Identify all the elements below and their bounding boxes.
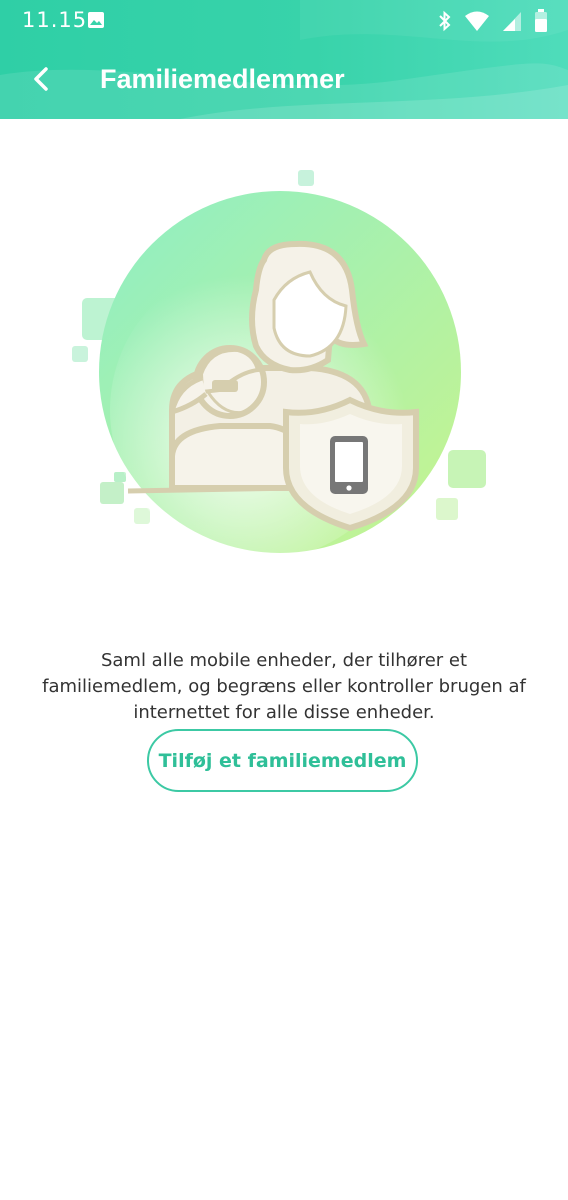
decor-square (436, 498, 458, 520)
battery-icon (535, 9, 547, 32)
decor-square (100, 482, 124, 504)
description-text: Saml alle mobile enheder, der tilhører e… (42, 650, 526, 723)
decor-square (448, 450, 486, 488)
page-title: Familiemedlemmer (100, 64, 345, 94)
family-illustration (72, 170, 486, 560)
status-icons (438, 8, 548, 34)
wifi-icon (465, 11, 489, 31)
image-notification-icon (88, 12, 104, 28)
bluetooth-icon (439, 10, 451, 32)
chevron-left-icon (34, 67, 48, 91)
add-family-member-button[interactable]: Tilføj et familiemedlem (147, 729, 418, 792)
back-button[interactable] (18, 56, 64, 102)
signal-icon (503, 12, 521, 31)
decor-square (72, 346, 88, 362)
header: 11.15 Familiemedlemmer (0, 0, 568, 119)
app-bar: Familiemedlemmer (0, 42, 568, 119)
status-time: 11.15 (22, 8, 88, 32)
phone-icon (330, 436, 368, 494)
decor-square (134, 508, 150, 524)
decor-square (298, 170, 314, 186)
status-bar: 11.15 (0, 0, 568, 42)
